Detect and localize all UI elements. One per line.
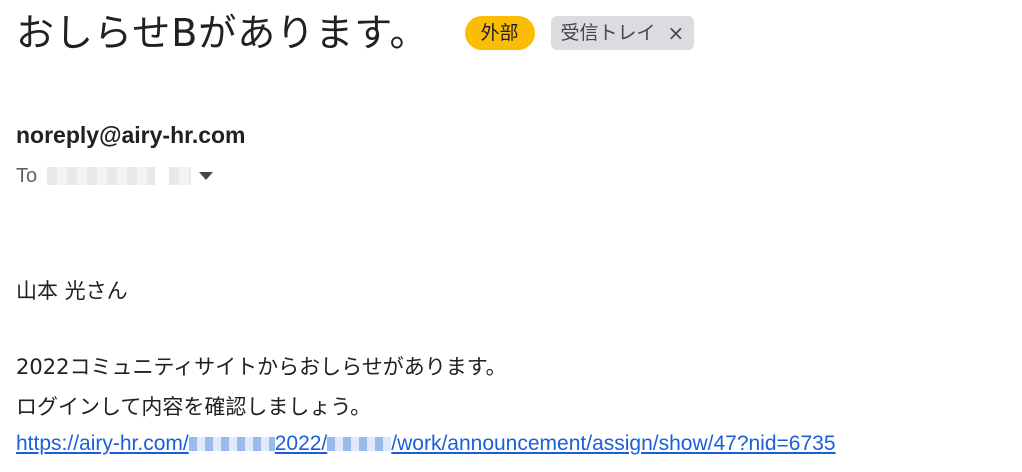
email-subject: おしらせBがあります。	[16, 11, 429, 55]
announcement-link[interactable]: https://airy-hr.com/2022/ /work/announcem…	[16, 428, 836, 460]
chevron-down-icon[interactable]	[199, 172, 214, 180]
inbox-label-text: 受信トレイ	[560, 22, 656, 44]
subject-row: おしらせBがあります。 外部 受信トレイ ×	[16, 6, 695, 60]
close-icon[interactable]: ×	[668, 16, 685, 50]
redacted-recipient	[169, 167, 192, 185]
link-part-2: 2022/	[274, 432, 328, 455]
link-part-3: /work/announcement/assign/show/47?nid=67…	[391, 432, 836, 455]
greeting-text: 山本 光さん	[16, 279, 128, 303]
redacted-link-segment	[327, 437, 392, 452]
external-label-badge: 外部	[464, 16, 535, 50]
to-prefix: To	[16, 165, 38, 187]
body-line-1: 2022コミュニティサイトからおしらせがあります。	[16, 355, 507, 379]
body-line-2: ログインして内容を確認しましょう。	[16, 395, 372, 419]
redacted-link-segment	[188, 437, 275, 452]
link-part-1: https://airy-hr.com/	[16, 432, 189, 455]
sender-address: noreply@airy-hr.com	[16, 122, 246, 148]
inbox-label-chip[interactable]: 受信トレイ ×	[550, 16, 695, 50]
redacted-recipient	[47, 167, 156, 185]
recipient-row: To	[16, 162, 214, 190]
